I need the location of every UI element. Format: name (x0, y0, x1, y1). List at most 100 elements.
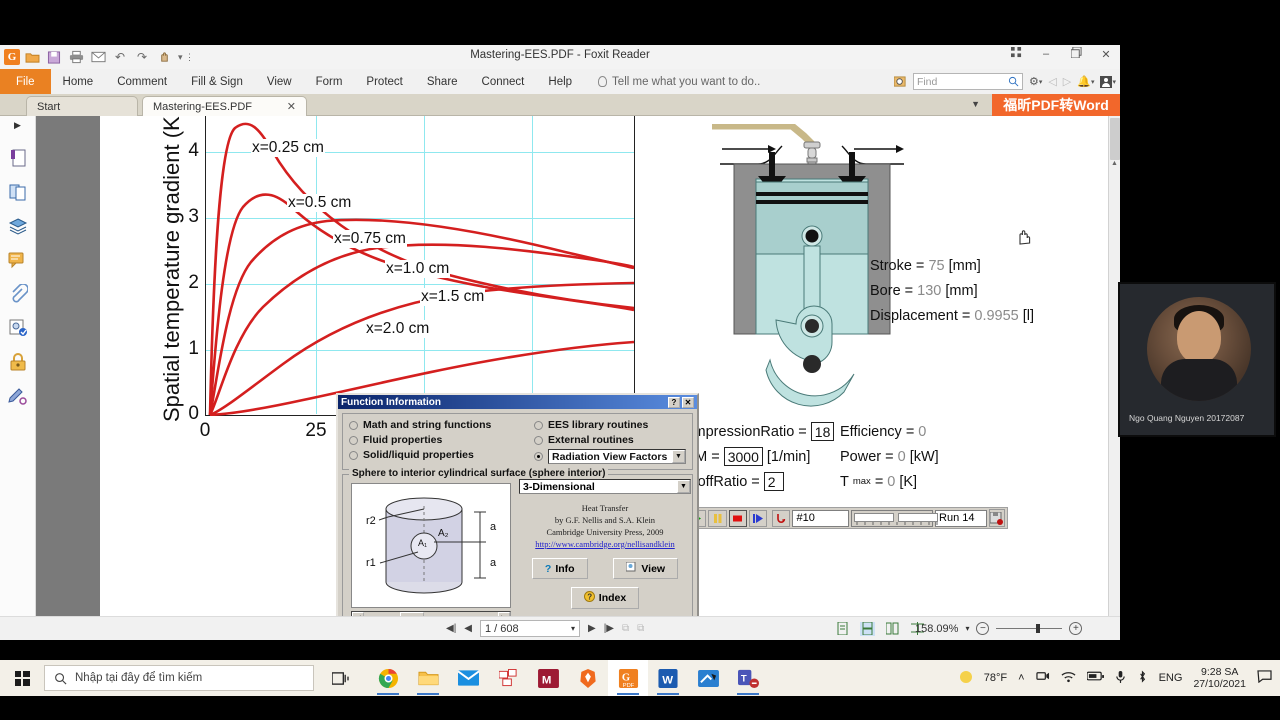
gear-icon[interactable]: ⚙ ▾ (1029, 75, 1042, 88)
weather-icon[interactable] (959, 670, 973, 687)
tab-protect[interactable]: Protect (354, 69, 414, 94)
word-icon[interactable]: W (648, 660, 688, 696)
single-page-icon[interactable] (835, 622, 850, 636)
bookmark-icon[interactable] (7, 147, 29, 169)
next-page-icon[interactable]: ▶ (588, 623, 596, 634)
previous-page-icon[interactable]: ◀ (464, 623, 472, 634)
layers-icon[interactable] (7, 215, 29, 237)
facing-page-icon[interactable] (885, 622, 900, 636)
zoom-in-button[interactable]: + (1069, 622, 1083, 635)
save-run-icon[interactable] (988, 509, 1005, 527)
dimension-combo[interactable]: 3-Dimensional ▼ (519, 479, 691, 494)
compression-ratio-input[interactable]: 18 (810, 422, 835, 441)
continuous-page-icon[interactable] (860, 621, 875, 636)
bluetooth-icon[interactable] (1137, 670, 1148, 687)
action-center-icon[interactable] (1257, 670, 1272, 686)
radio-fluid-properties[interactable]: Fluid properties (349, 434, 534, 446)
tab-close-icon[interactable]: ✕ (287, 100, 296, 113)
comments-icon[interactable] (7, 249, 29, 271)
tab-help[interactable]: Help (536, 69, 584, 94)
sticky-notes-icon[interactable] (488, 660, 528, 696)
chevron-down-icon[interactable]: ▼ (672, 450, 685, 463)
radio-solid-liquid[interactable]: Solid/liquid properties (349, 449, 534, 461)
taskbar-search-input[interactable]: Nhập tại đây để tìm kiếm (44, 665, 314, 691)
battery-icon[interactable] (1085, 671, 1104, 685)
tab-start[interactable]: Start (26, 96, 138, 116)
tab-connect[interactable]: Connect (470, 69, 537, 94)
step-forward-icon[interactable] (748, 509, 768, 527)
zoom-slider-knob[interactable] (1036, 624, 1041, 633)
next-view-icon[interactable]: ▷ (1063, 75, 1071, 88)
find-input[interactable]: Find (912, 73, 1023, 90)
run-label-field[interactable]: Run 14 (935, 509, 987, 527)
email-icon[interactable] (88, 47, 108, 67)
scroll-up-icon[interactable]: ▲ (1111, 160, 1118, 167)
task-view-icon[interactable] (320, 660, 360, 696)
mendeley-icon[interactable]: M (528, 660, 568, 696)
prev-view-icon[interactable]: ◁ (1048, 75, 1056, 88)
rail-expand-icon[interactable]: ▶ (14, 120, 21, 131)
tab-view[interactable]: View (255, 69, 304, 94)
start-button[interactable] (0, 660, 44, 696)
dialog-close-button[interactable]: ✕ (682, 396, 694, 408)
find-scope-icon[interactable] (893, 75, 907, 88)
reset-loop-icon[interactable] (772, 509, 791, 527)
dialog-title-bar[interactable]: Function Information ? ✕ (338, 395, 697, 409)
print-icon[interactable] (66, 47, 86, 67)
restore-grid-icon[interactable] (1008, 47, 1024, 61)
attachment-icon[interactable] (7, 283, 29, 305)
taskbar-clock[interactable]: 9:28 SA 27/10/2021 (1193, 666, 1246, 690)
radio-math-string[interactable]: Math and string functions (349, 419, 534, 431)
minimize-button[interactable]: – (1038, 48, 1054, 60)
next-view-icon[interactable]: ⧉ (637, 623, 644, 634)
qab-more-icon[interactable]: ▾ ⋮ (176, 47, 196, 67)
foxit-reader-icon[interactable]: G PDF (608, 660, 648, 696)
citation-link[interactable]: http://www.cambridge.org/nellisandklein (535, 539, 675, 549)
last-page-icon[interactable]: |▶ (604, 623, 614, 634)
tab-overflow-chevron-down-icon[interactable]: ▼ (971, 99, 980, 109)
redo-icon[interactable]: ↷ (132, 47, 152, 67)
weather-temperature[interactable]: 78°F (984, 672, 1007, 684)
zoom-out-button[interactable]: − (976, 622, 990, 635)
onenote-icon[interactable] (688, 660, 728, 696)
tab-file[interactable]: File (0, 69, 51, 94)
microphone-icon[interactable] (1115, 670, 1126, 687)
open-icon[interactable] (22, 47, 42, 67)
signature-icon[interactable] (7, 385, 29, 407)
account-avatar-icon[interactable]: ▾ (1100, 75, 1116, 88)
stamp-icon[interactable] (7, 317, 29, 339)
pages-icon[interactable] (7, 181, 29, 203)
tab-home[interactable]: Home (51, 69, 106, 94)
function-category-combo[interactable]: Radiation View Factors ▼ (548, 449, 686, 464)
radio-ees-library[interactable]: EES library routines (534, 419, 686, 431)
convert-to-word-button[interactable]: 福昕PDF转Word (992, 94, 1120, 116)
radio-radiation-view-factors[interactable]: Radiation View Factors ▼ (534, 449, 686, 464)
tab-share[interactable]: Share (415, 69, 470, 94)
wifi-icon[interactable] (1061, 671, 1076, 686)
tab-comment[interactable]: Comment (105, 69, 179, 94)
file-explorer-icon[interactable] (408, 660, 448, 696)
tray-expand-chevron-up-icon[interactable]: ˄ (1018, 672, 1024, 684)
previous-view-icon[interactable]: ⧉ (622, 623, 629, 634)
scrollbar-thumb[interactable] (1110, 118, 1120, 160)
cutoff-ratio-input[interactable]: 2 (763, 472, 784, 491)
chrome-icon[interactable] (368, 660, 408, 696)
close-button[interactable]: ✕ (1098, 48, 1114, 61)
info-button[interactable]: ? Info (531, 558, 588, 579)
zoom-level-value[interactable]: 158.09% (915, 623, 958, 635)
index-button[interactable]: ? Index (570, 587, 640, 609)
teams-icon[interactable]: T (728, 660, 768, 696)
meet-now-icon[interactable] (1035, 670, 1050, 686)
stop-icon[interactable] (728, 509, 747, 527)
view-button[interactable]: View (613, 558, 679, 579)
notification-bell-icon[interactable]: 🔔 ▾ (1077, 75, 1094, 88)
zoom-chevron-down-icon[interactable]: ▾ (965, 624, 969, 633)
maximize-button[interactable] (1068, 46, 1084, 61)
chevron-down-icon[interactable]: ▾ (571, 624, 575, 633)
animation-slider[interactable] (851, 509, 939, 527)
dialog-help-button[interactable]: ? (668, 396, 680, 408)
language-indicator[interactable]: ENG (1159, 672, 1183, 684)
tell-me-box[interactable]: Tell me what you want to do.. (584, 69, 760, 94)
tab-form[interactable]: Form (304, 69, 355, 94)
frame-number-field[interactable]: #10 (792, 509, 850, 527)
